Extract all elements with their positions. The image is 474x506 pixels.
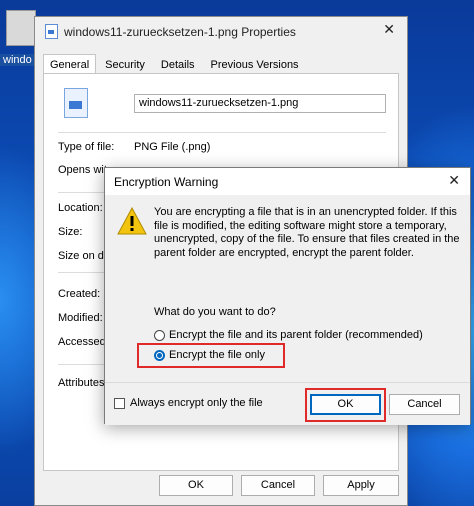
highlight-box — [137, 343, 285, 368]
always-encrypt-checkbox-row[interactable]: Always encrypt only the file — [114, 397, 263, 409]
image-file-icon — [64, 88, 88, 118]
opens-with-label: Opens wit — [58, 164, 107, 176]
close-icon[interactable]: ✕ — [448, 172, 460, 189]
radio-label: Encrypt the file and its parent folder (… — [169, 329, 423, 341]
properties-titlebar: windows11-zuruecksetzen-1.png Properties — [45, 24, 296, 39]
properties-apply-button[interactable]: Apply — [323, 475, 399, 496]
created-label: Created: — [58, 288, 101, 300]
modified-label: Modified: — [58, 312, 103, 324]
attributes-label: Attributes: — [58, 377, 108, 389]
accessed-label: Accessed — [58, 336, 106, 348]
size-label: Size: — [58, 226, 83, 238]
image-file-icon — [45, 24, 58, 39]
desktop-file-icon[interactable] — [6, 10, 36, 46]
dialog-titlebar: Encryption Warning ✕ — [105, 168, 470, 195]
encryption-warning-dialog: Encryption Warning ✕ You are encrypting … — [104, 167, 471, 425]
divider — [58, 132, 386, 133]
type-of-file-label: Type of file: — [58, 141, 115, 153]
radio-encrypt-file-and-folder[interactable]: Encrypt the file and its parent folder (… — [154, 329, 423, 341]
highlight-box — [305, 388, 386, 422]
close-icon[interactable]: ✕ — [383, 21, 395, 38]
question-text: What do you want to do? — [154, 306, 276, 318]
cancel-button[interactable]: Cancel — [389, 394, 460, 415]
properties-cancel-button[interactable]: Cancel — [241, 475, 315, 496]
checkbox[interactable] — [114, 397, 125, 409]
dialog-title: Encryption Warning — [114, 175, 219, 189]
desktop-icon-label[interactable]: windo — [0, 54, 35, 66]
location-label: Location: — [58, 202, 103, 214]
properties-title: windows11-zuruecksetzen-1.png Properties — [64, 24, 296, 39]
size-on-disk-label: Size on di — [58, 250, 107, 262]
warning-message: You are encrypting a file that is in an … — [154, 206, 460, 259]
warning-icon — [117, 207, 147, 235]
checkbox-label: Always encrypt only the file — [130, 397, 263, 409]
filename-field[interactable]: windows11-zuruecksetzen-1.png — [134, 94, 386, 113]
radio-button[interactable] — [154, 329, 165, 341]
properties-ok-button[interactable]: OK — [159, 475, 233, 496]
type-of-file-value: PNG File (.png) — [134, 141, 211, 153]
